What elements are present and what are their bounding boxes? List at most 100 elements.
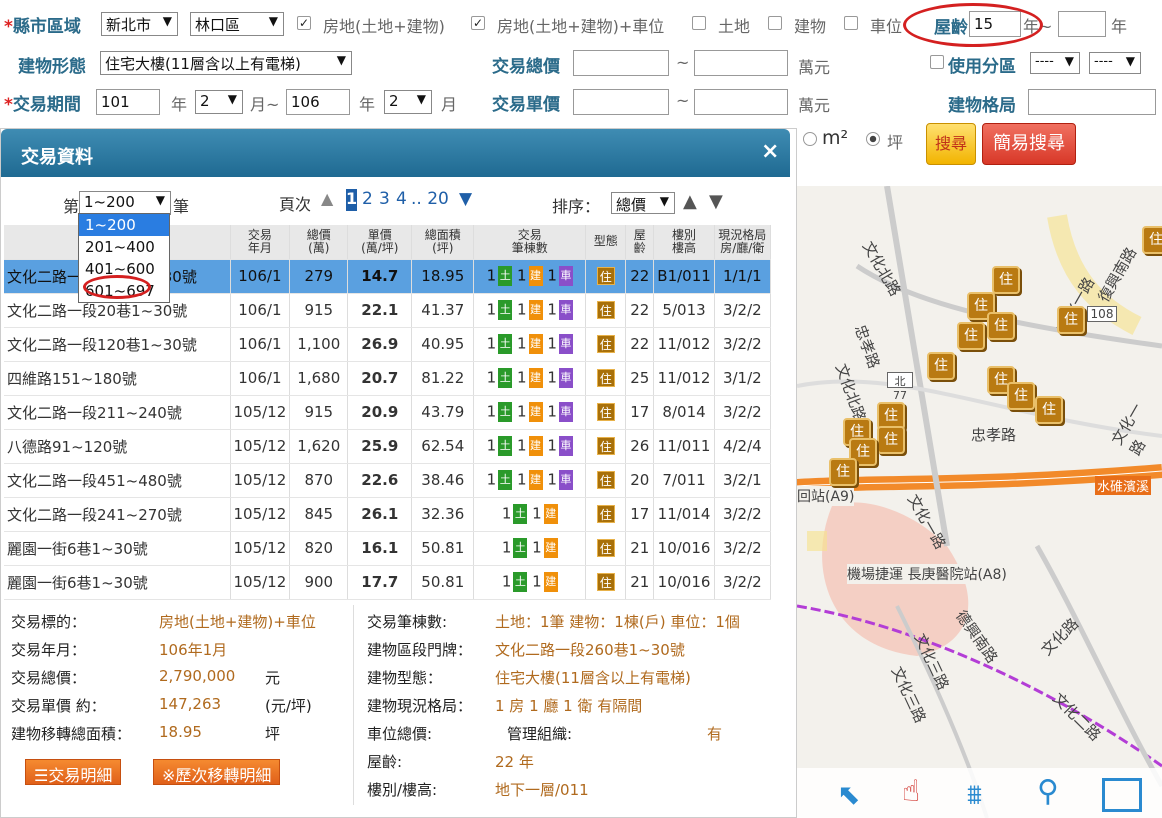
cell-age: 22 <box>625 293 655 328</box>
age-to-input[interactable] <box>1058 11 1106 37</box>
checkbox-label: 房地(土地+建物)+車位 <box>497 17 665 36</box>
station-label: 機場捷運 長庚醫院站(A8) <box>847 564 1007 584</box>
house-marker[interactable]: 住 <box>829 458 857 486</box>
total-price-max-input[interactable] <box>694 50 788 76</box>
radio-ping[interactable] <box>866 132 880 146</box>
table-row[interactable]: 文化二路一段451~480號 105/12 870 22.6 38.46 1 土 1建 1車… <box>4 463 771 498</box>
from-month-select[interactable]: 2 ▼ <box>195 90 243 114</box>
close-icon[interactable]: × <box>761 139 779 164</box>
building-type-select[interactable]: 住宅大樓(11層含以上有電梯) ▼ <box>100 51 352 75</box>
sort-desc-icon[interactable]: ▼ <box>709 191 723 212</box>
page-down-icon[interactable]: ▼ <box>459 189 472 209</box>
page-link[interactable]: 2 <box>362 189 373 209</box>
from-year-input[interactable]: 101 <box>96 89 160 115</box>
house-marker[interactable]: 住 <box>1035 396 1063 424</box>
cell-unit: 20.7 <box>347 361 413 396</box>
touch-pin-icon[interactable]: ☝ <box>902 774 920 809</box>
house-marker[interactable]: 住 <box>1142 226 1162 254</box>
house-marker[interactable]: 住 <box>987 312 1015 340</box>
transfer-history-button[interactable]: ※歷次移轉明細 <box>153 759 281 785</box>
table-row[interactable]: 麗園一街6巷1~30號 105/12 820 16.1 50.81 1 土 1建 住 21 10… <box>4 531 771 566</box>
dropdown-option[interactable]: 1~200 <box>79 214 169 236</box>
house-marker[interactable]: 住 <box>957 322 985 350</box>
count-land: 1 <box>486 436 497 455</box>
dropdown-option[interactable]: 201~400 <box>79 236 169 258</box>
transaction-detail-button[interactable]: ☰交易明細 <box>25 759 122 785</box>
easy-search-button[interactable]: 簡易搜尋 <box>982 123 1076 165</box>
column-header[interactable]: 總面積 (坪) <box>411 225 475 260</box>
table-row[interactable]: 文化二路一段241~270號 105/12 845 26.1 32.36 1 土 1建 住1… <box>4 497 771 532</box>
house-marker[interactable]: 住 <box>992 266 1020 294</box>
detail-unit: 元 <box>265 669 281 687</box>
column-header[interactable]: 樓別 樓高 <box>653 225 715 260</box>
radio-m2[interactable] <box>803 132 817 146</box>
house-marker[interactable]: 住 <box>1007 382 1035 410</box>
checkbox-land-building[interactable]: ✓ <box>297 16 311 30</box>
search-button[interactable]: 搜尋 <box>926 123 976 165</box>
use-zone-select-2[interactable]: ---- ▼ <box>1089 52 1141 74</box>
page-up-icon[interactable]: ▲ <box>321 189 333 208</box>
cell-age: 20 <box>625 463 655 498</box>
range-select[interactable]: 1~200 ▼ <box>79 191 171 215</box>
location-pin-icon[interactable]: ⚲ <box>1037 774 1059 809</box>
checkbox-land-building-parking[interactable]: ✓ <box>471 16 485 30</box>
column-header[interactable]: 交易 年月 <box>230 225 291 260</box>
table-row[interactable]: 文化二路一段120巷1~30號 106/1 1,100 26.9 40.95 1 土 1建 … <box>4 327 771 362</box>
period-label: *交易期間 <box>4 95 81 115</box>
checkbox-parking[interactable] <box>844 16 858 30</box>
map[interactable]: 108 北77 文化北路 忠孝路 忠孝路 文化北路 文化一路 文化一路 文化三路… <box>797 186 1162 818</box>
layout-input[interactable] <box>1028 89 1156 115</box>
area-shading <box>807 531 827 551</box>
column-header[interactable]: 交易 筆棟數 <box>473 225 587 260</box>
page-link[interactable]: 3 <box>379 189 390 209</box>
city-select[interactable]: 新北市 ▼ <box>101 12 178 36</box>
cell-type: 住 <box>585 565 627 600</box>
house-marker[interactable]: 住 <box>927 352 955 380</box>
house-marker[interactable]: 住 <box>877 426 905 454</box>
page-link[interactable]: .. 20 <box>411 189 449 209</box>
cell-unit: 16.1 <box>347 531 413 566</box>
to-month-select[interactable]: 2 ▼ <box>384 90 432 114</box>
detail-unit: 坪 <box>265 725 281 743</box>
cell-area: 62.54 <box>411 429 475 464</box>
cell-floor: 5/013 <box>653 293 715 328</box>
checkbox-land[interactable] <box>692 16 706 30</box>
sort-select[interactable]: 總價 ▼ <box>611 192 675 214</box>
land-icon: 土 <box>498 436 513 456</box>
table-row[interactable]: 麗園一街6巷1~30號 105/12 900 17.7 50.81 1 土 1建 住 21 10… <box>4 565 771 600</box>
column-header[interactable]: 單價 (萬/坪) <box>347 225 413 260</box>
sort-asc-icon[interactable]: ▲ <box>683 191 697 212</box>
table-row[interactable]: 文化二路一段211~240號 105/12 915 20.9 43.79 1 土 1建 1車… <box>4 395 771 430</box>
cell-unit: 26.9 <box>347 327 413 362</box>
page-link-current[interactable]: 1 <box>346 189 357 211</box>
checkbox-use-zone[interactable] <box>930 55 944 69</box>
cell-type: 住 <box>585 463 627 498</box>
column-header[interactable]: 現況格局 房/廳/衛 <box>714 225 771 260</box>
detail-value: 2,790,000 <box>159 667 236 685</box>
column-header[interactable]: 型態 <box>585 225 627 260</box>
column-header[interactable]: 屋 齡 <box>625 225 655 260</box>
count-bld: 1 <box>517 368 527 387</box>
use-zone-select-1[interactable]: ---- ▼ <box>1030 52 1080 74</box>
cell-area: 81.22 <box>411 361 475 396</box>
to-year-input[interactable]: 106 <box>286 89 350 115</box>
select-arrow-icon[interactable]: ⬉ <box>837 778 860 811</box>
unit-price-min-input[interactable] <box>573 89 669 115</box>
total-price-min-input[interactable] <box>573 50 669 76</box>
tilde: ~ <box>676 91 690 110</box>
count-land: 1 <box>486 402 497 421</box>
table-row[interactable]: 四維路151~180號 106/1 1,680 20.7 81.22 1 土 1建 1車 住… <box>4 361 771 396</box>
district-select[interactable]: 林口區 ▼ <box>190 12 284 36</box>
fullscreen-icon[interactable] <box>1102 778 1142 812</box>
page-link[interactable]: 4 <box>396 189 407 209</box>
table-row[interactable]: 八德路91~120號 105/12 1,620 25.9 62.54 1 土 1建 1車 住… <box>4 429 771 464</box>
chevron-down-icon: ▼ <box>416 92 426 106</box>
house-marker[interactable]: 住 <box>1057 306 1085 334</box>
checkbox-building[interactable] <box>768 16 782 30</box>
unit-price-max-input[interactable] <box>694 89 788 115</box>
cell-floor: 8/014 <box>653 395 715 430</box>
measure-icon[interactable]: ⩩ <box>967 778 982 812</box>
column-header[interactable]: 總價 (萬) <box>289 225 349 260</box>
detail-key: 交易筆棟數: <box>367 613 448 631</box>
chevron-down-icon: ▼ <box>1064 54 1074 68</box>
